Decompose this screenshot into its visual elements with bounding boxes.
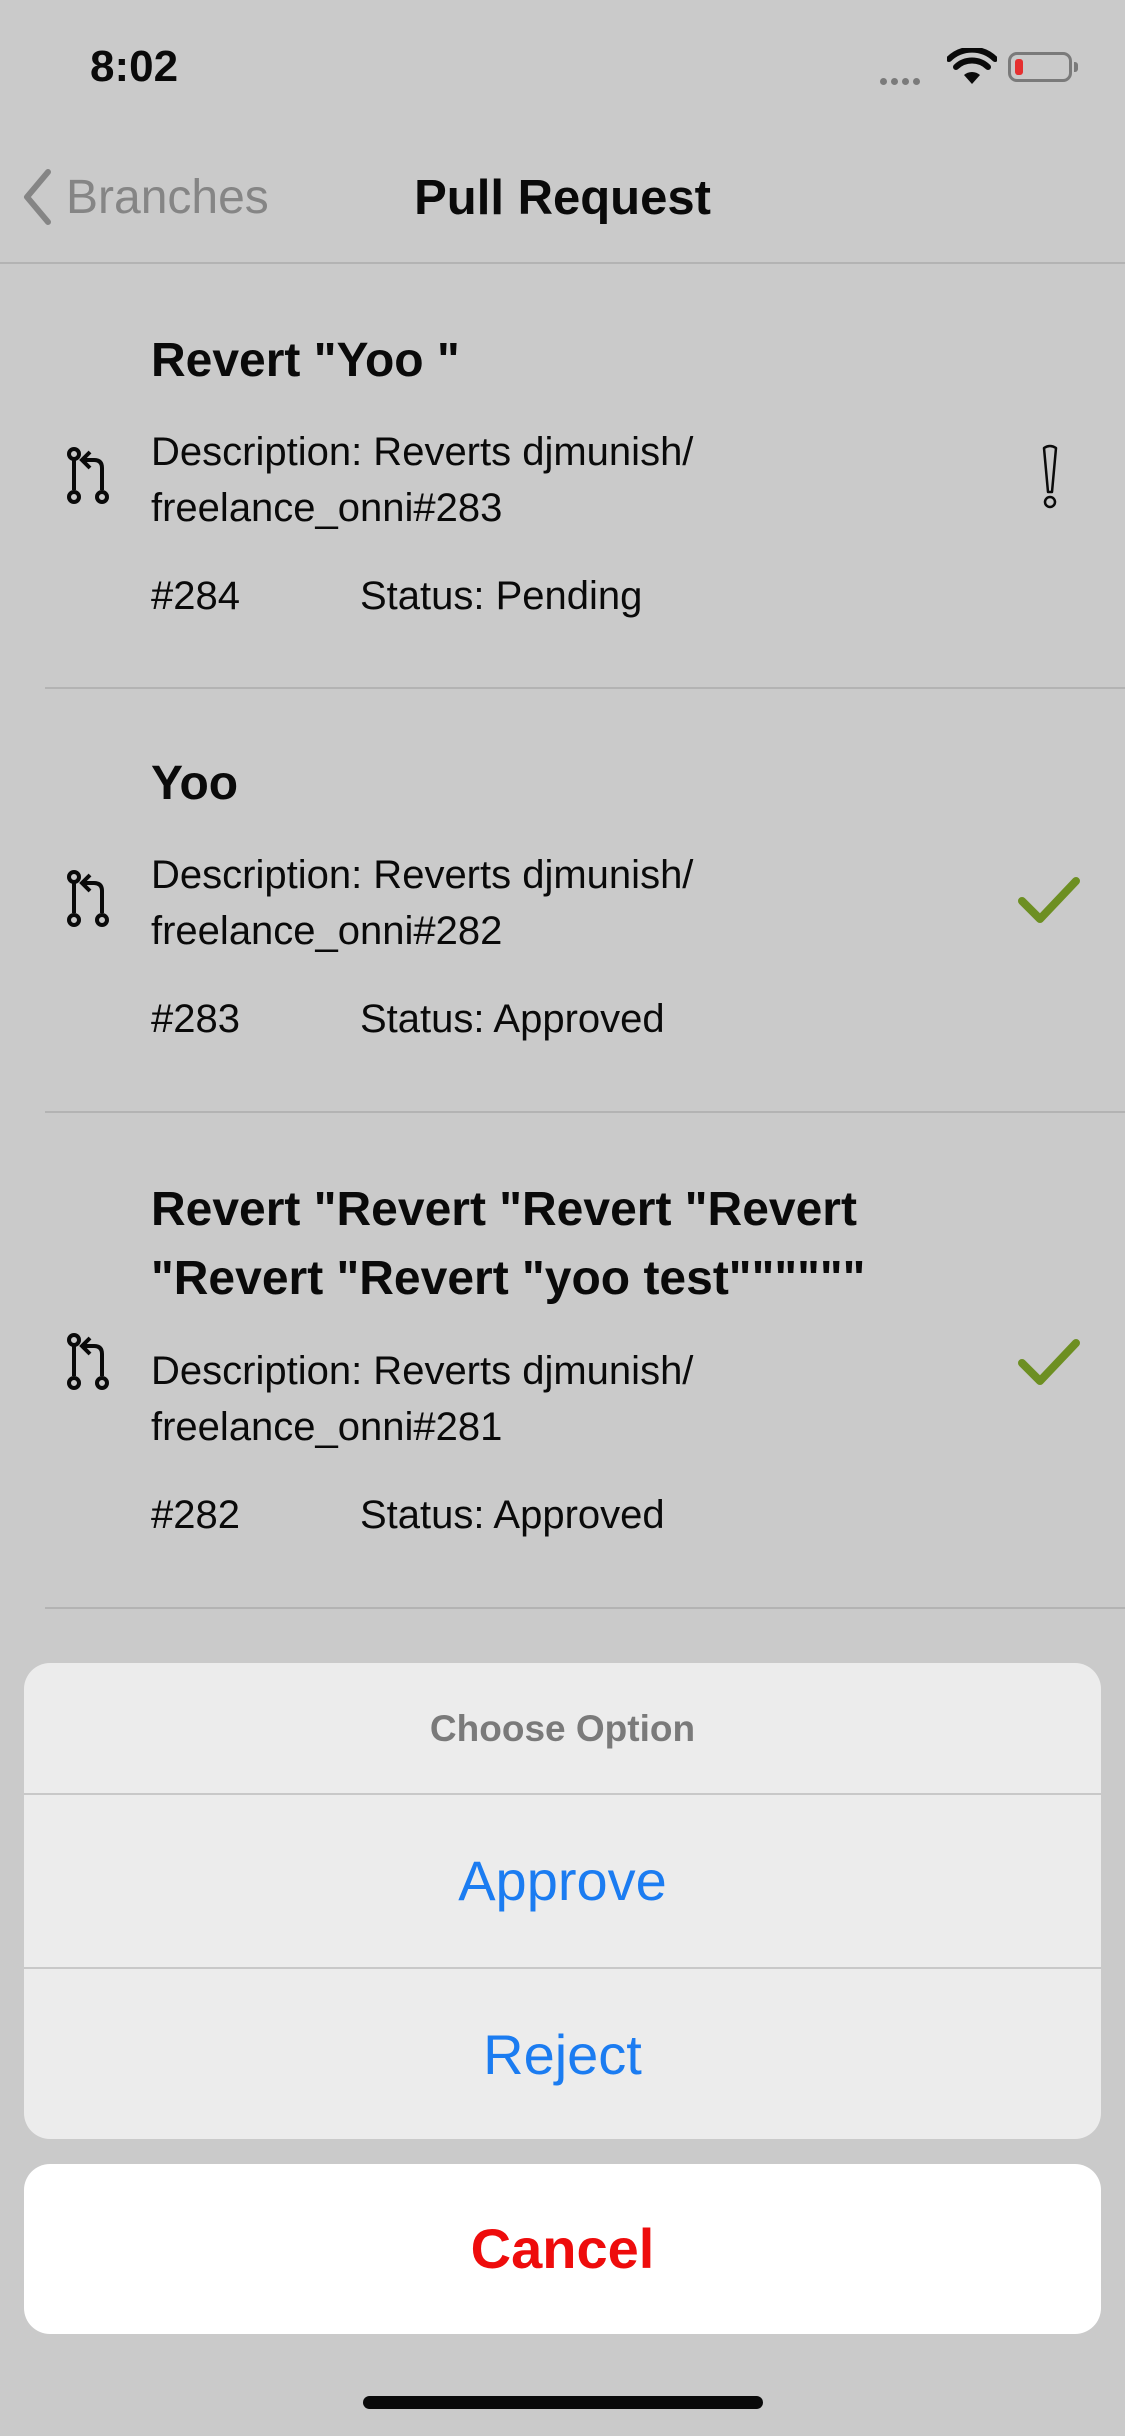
pull-request-description: Description: Reverts djmunish/ freelance…: [151, 853, 694, 953]
pull-request-status: Status: Approved: [360, 1493, 665, 1537]
pull-request-number: #282: [151, 1493, 240, 1537]
pull-request-status: Status: Pending: [360, 574, 643, 618]
pull-request-row[interactable]: Revert "Revert "Revert "Revert "Revert "…: [0, 1113, 1125, 1609]
action-sheet: Choose Option Approve Reject: [24, 1663, 1101, 2139]
checkmark-icon: [1018, 1339, 1080, 1385]
page-title: Pull Request: [414, 171, 711, 225]
home-indicator: [363, 2396, 763, 2409]
pull-request-number: #283: [151, 997, 240, 1041]
approve-button[interactable]: Approve: [24, 1795, 1101, 1967]
pull-request-status: Status: Approved: [360, 997, 665, 1041]
pull-request-icon: [67, 447, 109, 504]
pull-request-row[interactable]: Yoo Description: Reverts djmunish/ freel…: [0, 689, 1125, 1113]
cancel-button[interactable]: Cancel: [24, 2164, 1101, 2334]
reject-button[interactable]: Reject: [24, 1967, 1101, 2139]
battery-icon: [1008, 52, 1078, 82]
navigation-bar: Branches Pull Request: [0, 140, 1125, 264]
row-divider: [45, 1607, 1125, 1609]
pull-request-description: Description: Reverts djmunish/ freelance…: [151, 1349, 694, 1449]
exclamation-icon: [1042, 444, 1058, 509]
pull-request-title: Yoo: [151, 757, 239, 810]
pull-request-icon: [67, 870, 109, 927]
pull-request-number: #284: [151, 574, 240, 618]
pull-request-icon: [67, 1333, 109, 1390]
pull-request-title: Revert "Yoo ": [151, 334, 460, 387]
checkmark-icon: [1018, 877, 1080, 923]
pull-request-description: Description: Reverts djmunish/ freelance…: [151, 430, 694, 530]
status-bar: 8:02: [0, 0, 1125, 140]
action-sheet-title: Choose Option: [24, 1663, 1101, 1795]
status-time: 8:02: [90, 42, 179, 91]
pull-request-row[interactable]: Revert "Yoo " Description: Reverts djmun…: [0, 266, 1125, 689]
cellular-signal-icon: [880, 72, 924, 90]
wifi-icon: [947, 48, 997, 84]
pull-request-title: Revert "Revert "Revert "Revert "Revert "…: [151, 1183, 866, 1305]
